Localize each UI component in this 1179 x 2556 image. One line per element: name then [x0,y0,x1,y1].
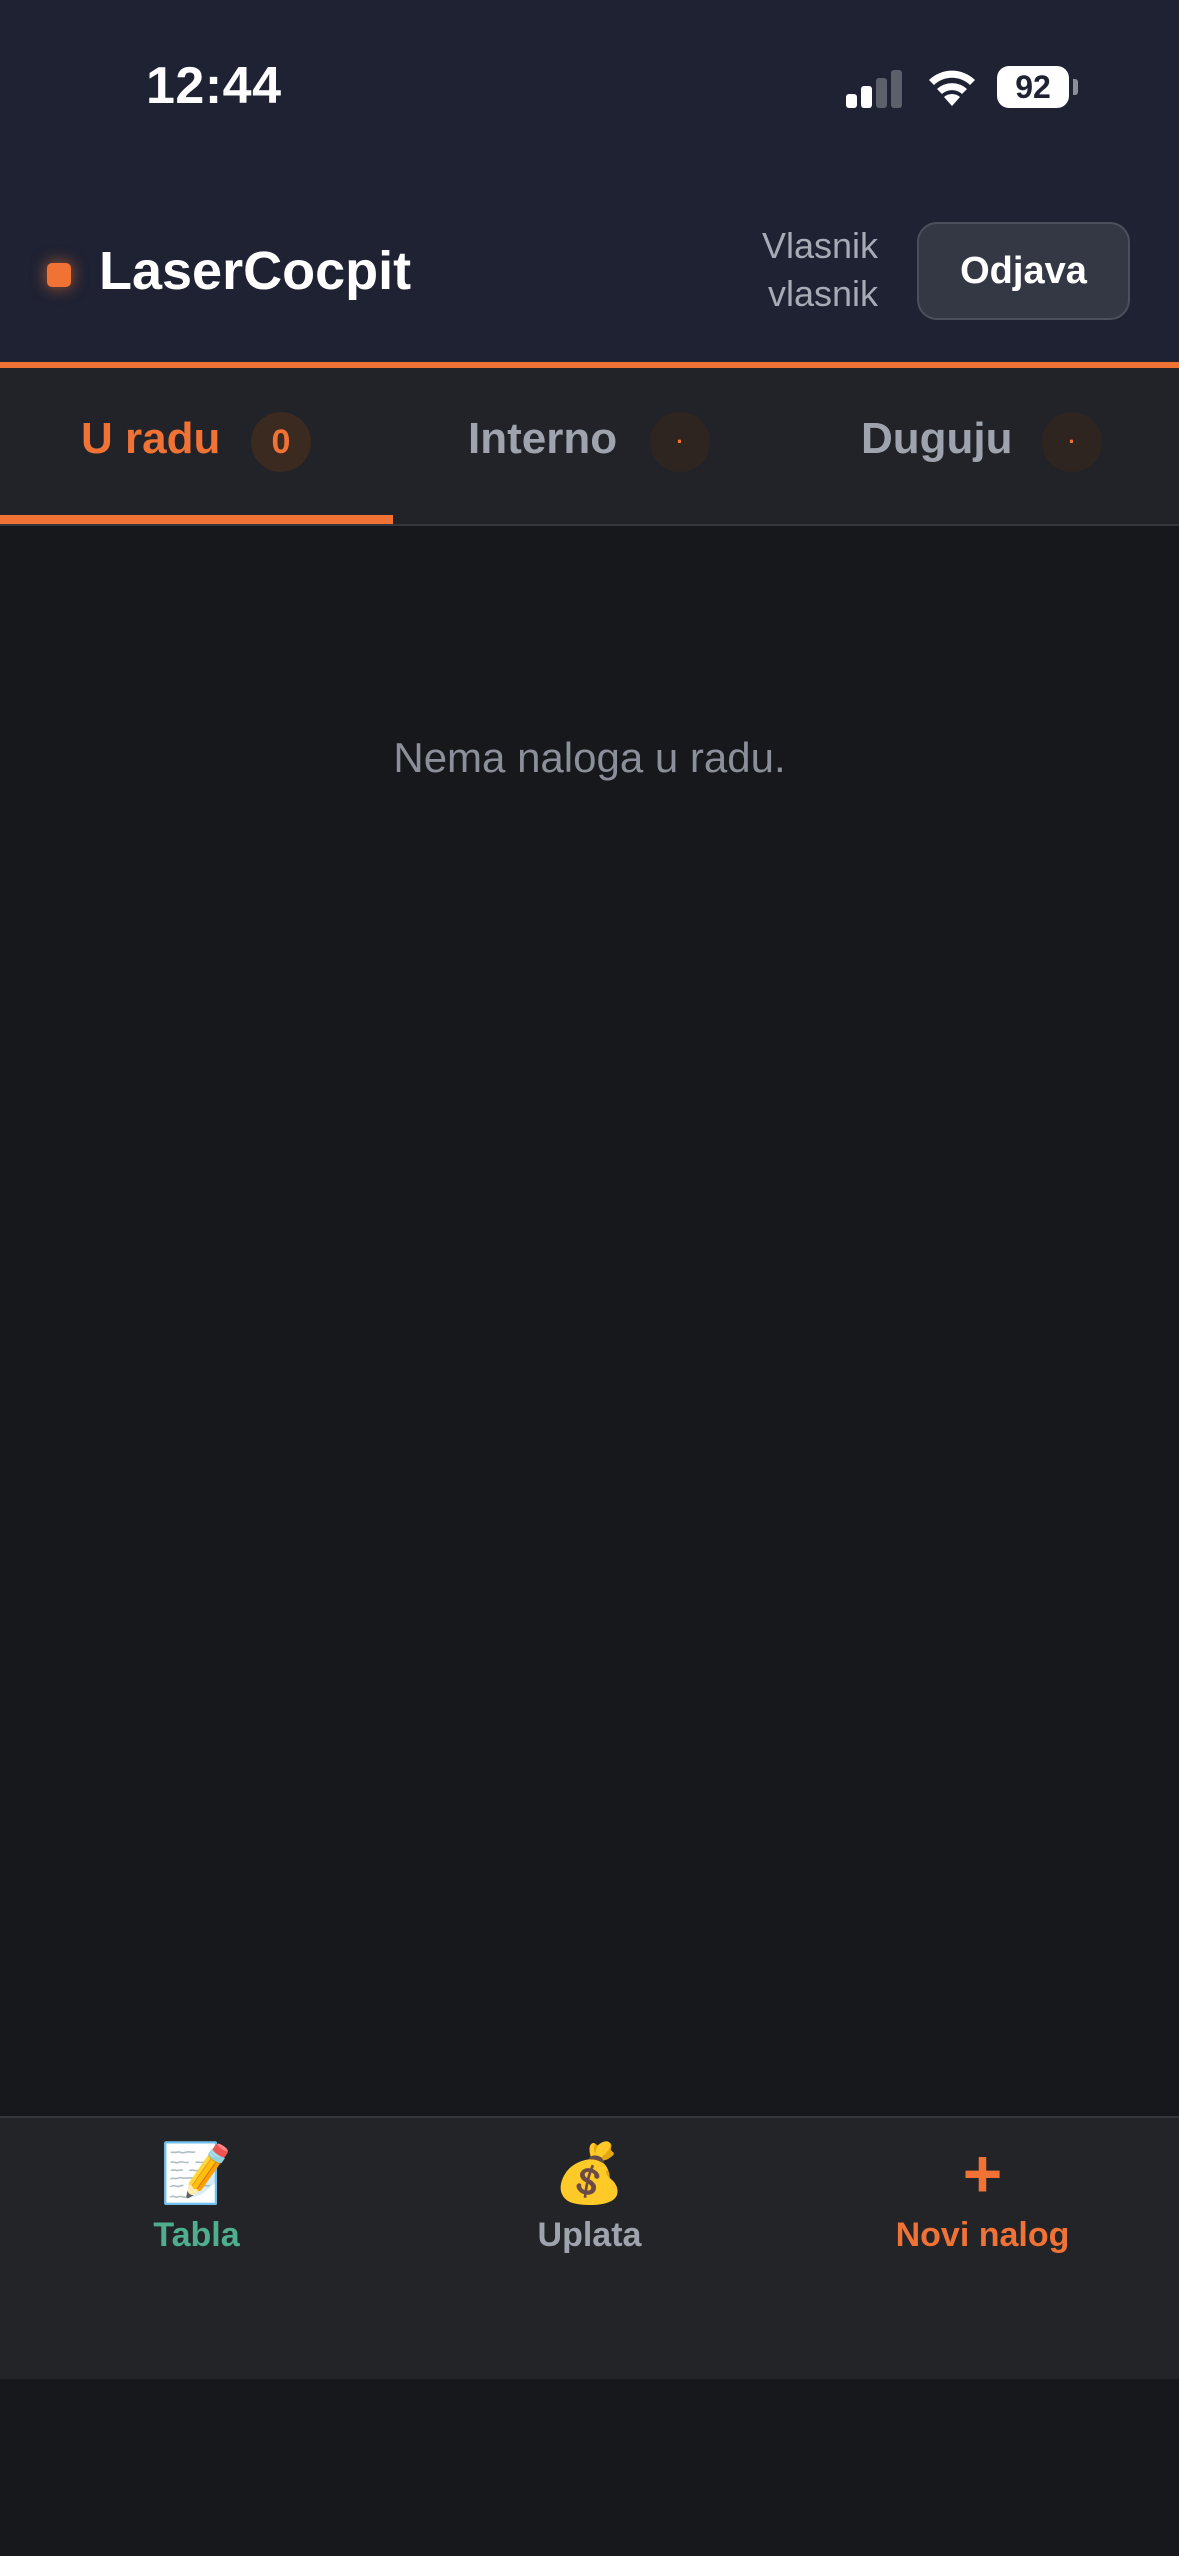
nav-label: Novi nalog [895,2216,1070,2254]
brand-status-dot [47,263,71,287]
tab-label: U radu [81,414,221,463]
logout-button[interactable]: Odjava [917,222,1130,320]
battery-level: 92 [1015,68,1051,105]
order-list: Nema naloga u radu. [0,526,1179,2116]
battery-cap [1073,79,1078,95]
tab-count-badge: · [1042,412,1102,472]
wifi-icon [929,70,975,106]
plus-icon: + [962,2136,1003,2212]
tab-label: Interno [468,414,618,463]
nav-label: Tabla [153,2216,240,2254]
user-role: Vlasnik [761,225,878,266]
header: 12:44 92 LaserCocpit Vlasnik vlasnik Odj… [0,0,1179,362]
nav-item-tabla[interactable]: 📝 Tabla [0,2118,393,2381]
tab-bar: U radu 0 Interno · Duguju · [0,368,1179,526]
empty-state-message: Nema naloga u radu. [393,734,786,781]
memo-icon: 📝 [160,2141,233,2206]
user-info: Vlasnik vlasnik [700,222,878,318]
tab-duguju[interactable]: Duguju · [786,368,1179,524]
app-title: LaserCocpit [99,241,412,301]
battery-icon: 92 [997,66,1069,108]
username: vlasnik [767,273,878,314]
nav-item-novi-nalog[interactable]: + Novi nalog [786,2118,1179,2381]
bottom-navigation: 📝 Tabla 💰 Uplata + Novi nalog [0,2116,1179,2379]
home-indicator-area [0,2379,1179,2556]
app-screen: 12:44 92 LaserCocpit Vlasnik vlasnik Odj… [0,0,1179,2556]
money-bag-icon: 💰 [553,2141,626,2206]
cellular-signal-icon [846,68,904,108]
tab-interno[interactable]: Interno · [393,368,786,524]
nav-label: Uplata [537,2216,642,2254]
tab-label: Duguju [861,414,1013,463]
nav-item-uplata[interactable]: 💰 Uplata [393,2118,786,2381]
active-tab-indicator [0,515,393,524]
tab-count-badge: · [650,412,710,472]
tab-u-radu[interactable]: U radu 0 [0,368,393,524]
status-time: 12:44 [146,57,282,115]
tab-count-badge: 0 [251,412,311,472]
